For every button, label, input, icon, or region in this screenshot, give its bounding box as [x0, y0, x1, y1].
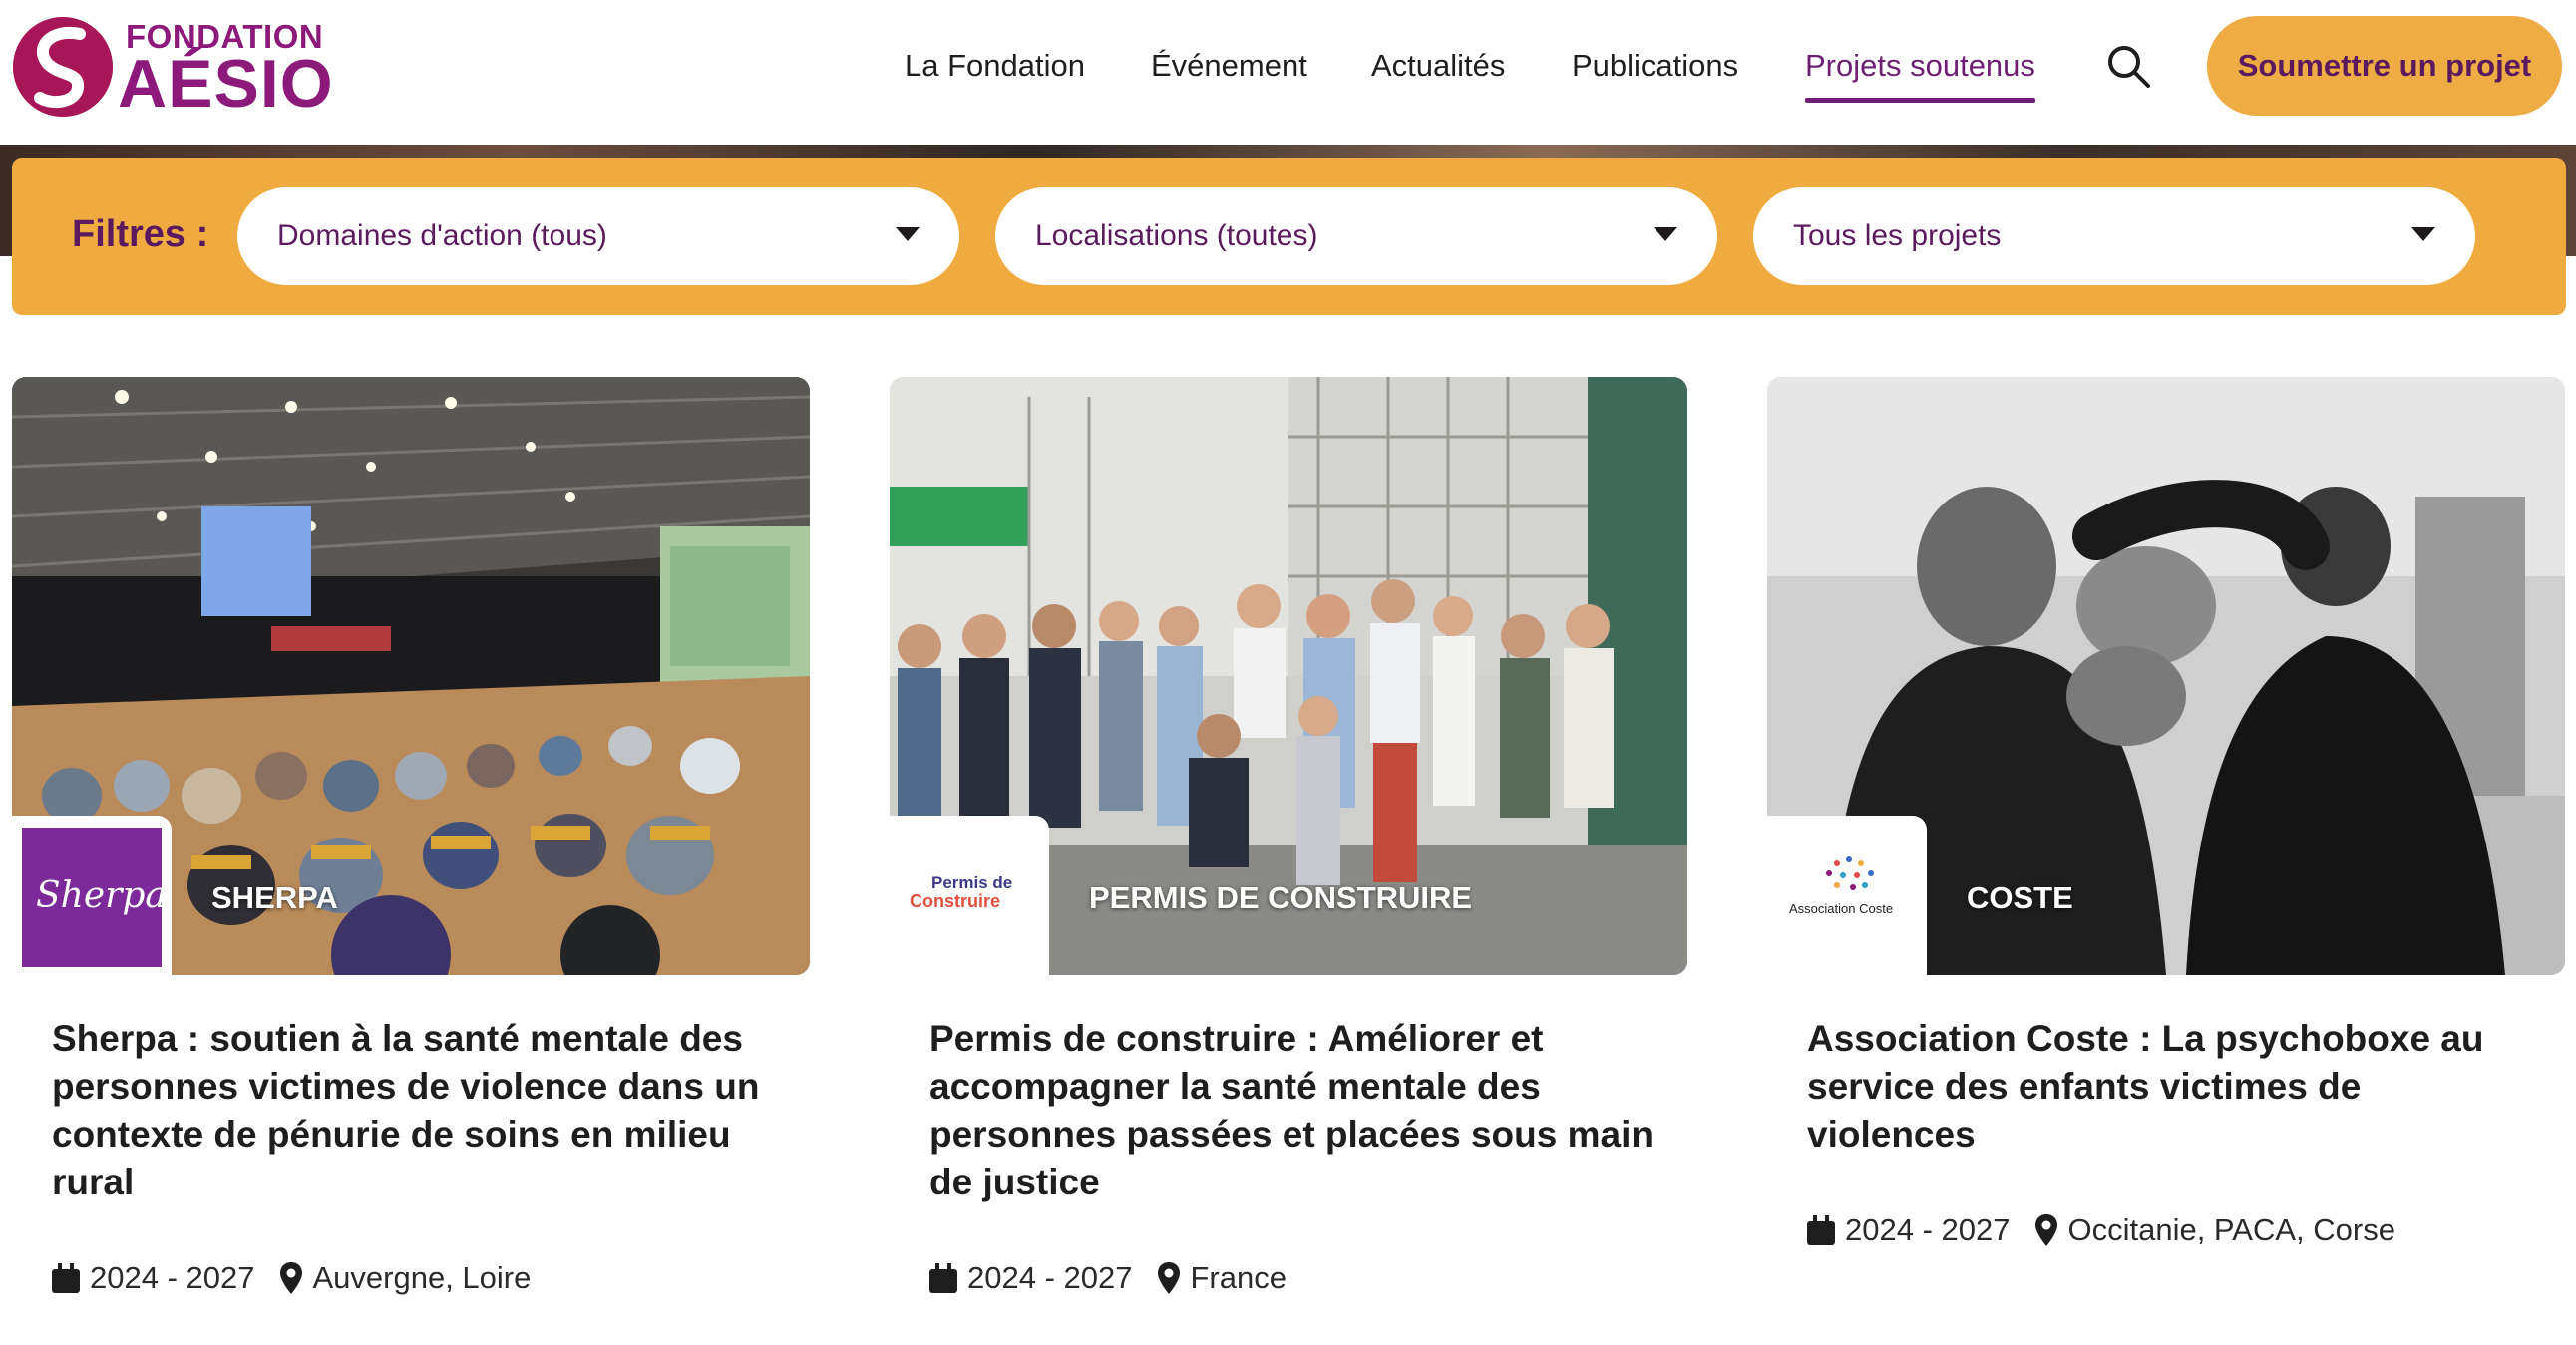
nav-projets-soutenus[interactable]: Projets soutenus — [1805, 46, 2035, 103]
sherpa-logo-text: Sherpa — [36, 875, 167, 916]
card-name: PERMIS DE CONSTRUIRE — [1089, 880, 1473, 915]
card-location: Occitanie, PACA, Corse — [2067, 1212, 2395, 1247]
search-icon[interactable] — [2104, 42, 2152, 90]
partner-logo-permis: Permis de Construire — [890, 816, 1049, 975]
project-card-coste[interactable]: Association Coste COSTE Association Cost… — [1767, 377, 2565, 1334]
nav-actualites[interactable]: Actualités — [1371, 46, 1505, 86]
filters-label: Filtres : — [72, 213, 209, 255]
card-years: 2024 - 2027 — [1845, 1212, 2011, 1247]
permis-logo-text-1: Permis de — [931, 873, 1013, 892]
filters-bar: Filtres : Domaines d'action (tous) Local… — [12, 158, 2566, 315]
calendar-icon — [1807, 1215, 1835, 1245]
coste-logo-icon — [1826, 856, 1874, 890]
site-header: FONDATION AÉSIO La Fondation Événement A… — [0, 0, 2576, 145]
map-pin-icon — [2035, 1214, 2058, 1246]
location-filter-select[interactable]: Localisations (toutes) — [995, 187, 1717, 285]
permis-logo-text-2: Construire — [910, 891, 1001, 911]
calendar-icon — [929, 1263, 957, 1293]
card-meta: 2024 - 2027 Auvergne, Loire — [52, 1260, 531, 1296]
calendar-icon — [52, 1263, 80, 1293]
map-pin-icon — [280, 1262, 303, 1294]
project-card-sherpa[interactable]: Sherpa SHERPA Sherpa : soutien à la sant… — [12, 377, 810, 1334]
caret-down-icon — [2411, 227, 2435, 241]
card-name: COSTE — [1967, 880, 2073, 915]
card-title[interactable]: Association Coste : La psychoboxe au ser… — [1807, 1015, 2535, 1159]
nav-evenement[interactable]: Événement — [1151, 46, 1307, 86]
map-pin-icon — [1158, 1262, 1181, 1294]
nav-la-fondation[interactable]: La Fondation — [905, 46, 1085, 86]
card-years: 2024 - 2027 — [967, 1260, 1133, 1295]
card-title[interactable]: Permis de construire : Améliorer et acco… — [929, 1015, 1657, 1206]
caret-down-icon — [896, 227, 920, 241]
coste-logo-text: Association Coste — [1789, 901, 1894, 916]
domain-filter-value: Domaines d'action (tous) — [277, 219, 607, 252]
partner-logo-sherpa: Sherpa — [12, 816, 172, 975]
submit-project-button[interactable]: Soumettre un projet — [2207, 16, 2562, 116]
caret-down-icon — [1654, 227, 1677, 241]
nav-projets-soutenus-label: Projets soutenus — [1805, 48, 2035, 83]
card-meta: 2024 - 2027 Occitanie, PACA, Corse — [1807, 1212, 2395, 1248]
card-location: Auvergne, Loire — [312, 1260, 532, 1295]
nav-publications[interactable]: Publications — [1572, 46, 1738, 86]
active-nav-underline — [1805, 98, 2035, 103]
card-location: France — [1190, 1260, 1287, 1295]
card-meta: 2024 - 2027 France — [929, 1260, 1287, 1296]
card-years: 2024 - 2027 — [90, 1260, 255, 1295]
card-title[interactable]: Sherpa : soutien à la santé mentale des … — [52, 1015, 780, 1206]
main-nav: La Fondation Événement Actualités Public… — [0, 0, 2576, 145]
location-filter-value: Localisations (toutes) — [1035, 219, 1318, 252]
projects-filter-select[interactable]: Tous les projets — [1753, 187, 2475, 285]
domain-filter-select[interactable]: Domaines d'action (tous) — [237, 187, 959, 285]
partner-logo-coste: Association Coste — [1767, 816, 1927, 975]
projects-filter-value: Tous les projets — [1793, 219, 2002, 252]
project-card-permis-de-construire[interactable]: Permis de Construire PERMIS DE CONSTRUIR… — [890, 377, 1687, 1334]
card-name: SHERPA — [211, 880, 338, 915]
